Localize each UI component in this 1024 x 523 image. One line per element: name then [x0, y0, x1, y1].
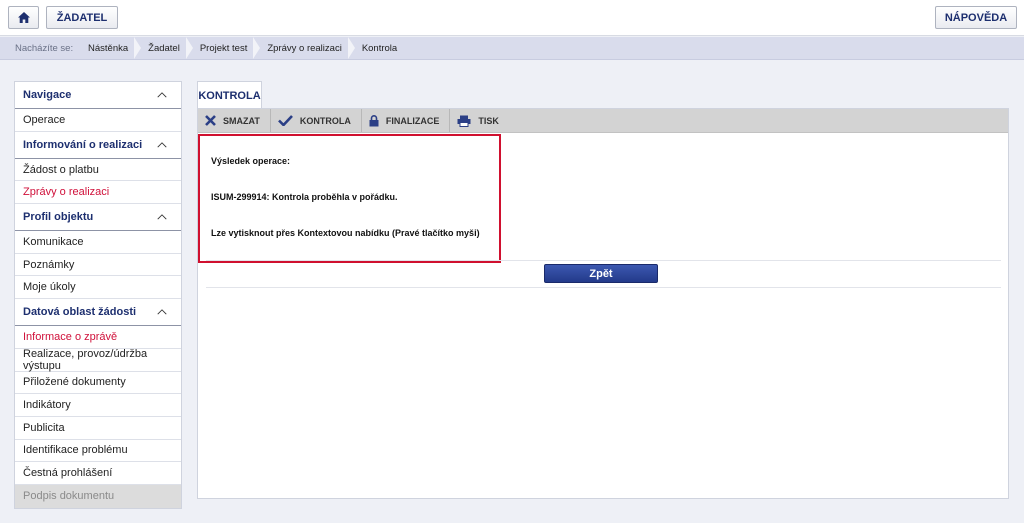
print-button-label: TISK — [478, 115, 499, 126]
sidebar-item-publicita[interactable]: Publicita — [15, 417, 181, 440]
sidebar-item-indikatory[interactable]: Indikátory — [15, 394, 181, 417]
sidebar-item-zpravy-o-realizaci[interactable]: Zprávy o realizaci — [15, 181, 181, 205]
home-button[interactable] — [8, 6, 39, 29]
back-button[interactable]: Zpět — [544, 264, 658, 283]
sidebar-item-operace[interactable]: Operace — [15, 109, 181, 132]
sidebar-item-poznamky[interactable]: Poznámky — [15, 254, 181, 277]
sidebar-item-prilozene-dokumenty[interactable]: Přiložené dokumenty — [15, 372, 181, 395]
chevron-up-icon[interactable] — [157, 212, 167, 222]
sidebar-item-cestna-prohlaseni[interactable]: Čestná prohlášení — [15, 462, 181, 485]
divider — [206, 260, 1001, 261]
chevron-up-icon[interactable] — [157, 307, 167, 317]
close-icon — [205, 115, 216, 126]
zadatel-button[interactable]: ŽADATEL — [46, 6, 118, 29]
top-bar: ŽADATEL NÁPOVĚDA — [0, 0, 1024, 36]
tab-kontrola[interactable]: KONTROLA — [197, 81, 262, 109]
operation-result-box: Výsledek operace: ISUM-299914: Kontrola … — [198, 134, 501, 263]
sidebar-item-komunikace[interactable]: Komunikace — [15, 231, 181, 254]
finalize-button[interactable]: FINALIZACE — [362, 109, 451, 132]
chevron-up-icon[interactable] — [157, 140, 167, 150]
breadcrumb-item-projekt[interactable]: Projekt test — [192, 36, 260, 60]
sidebar-item-moje-ukoly[interactable]: Moje úkoly — [15, 276, 181, 300]
help-button[interactable]: NÁPOVĚDA — [935, 6, 1017, 29]
divider — [206, 287, 1001, 288]
sidebar-item-identifikace-problemu[interactable]: Identifikace problému — [15, 440, 181, 463]
sidebar-item-informace-o-zprave[interactable]: Informace o zprávě — [15, 326, 181, 349]
result-heading: Výsledek operace: — [211, 156, 291, 166]
sidebar-section-informovani[interactable]: Informování o realizaci — [15, 132, 181, 159]
finalize-button-label: FINALIZACE — [385, 115, 440, 126]
delete-button-label: SMAZAT — [223, 115, 260, 126]
result-hint: Lze vytisknout přes Kontextovou nabídku … — [211, 228, 480, 238]
chevron-up-icon[interactable] — [157, 90, 167, 100]
sidebar-section-title: Navigace — [23, 89, 72, 101]
breadcrumb-item-nastenka[interactable]: Nástěnka — [80, 36, 142, 60]
breadcrumb-item-zadatel[interactable]: Žadatel — [140, 36, 193, 60]
breadcrumb-item-kontrola: Kontrola — [361, 42, 398, 54]
delete-button[interactable]: SMAZAT — [198, 109, 271, 132]
checkmark-icon — [277, 115, 293, 126]
home-icon — [17, 12, 30, 23]
printer-icon — [457, 115, 471, 127]
sidebar-section-title: Profil objektu — [23, 211, 94, 224]
sidebar-item-realizace[interactable]: Realizace, provoz/údržba výstupu — [15, 348, 181, 372]
action-toolbar: SMAZAT KONTROLA FINALIZACE TISK — [198, 109, 1008, 133]
print-button[interactable]: TISK — [450, 109, 509, 132]
breadcrumb: Nacházíte se: Nástěnka Žadatel Projekt t… — [0, 36, 1024, 60]
lock-icon — [369, 114, 379, 126]
main-panel: SMAZAT KONTROLA FINALIZACE TISK Výsledek… — [197, 108, 1009, 499]
sidebar-section-profil-objektu[interactable]: Profil objektu — [15, 204, 181, 232]
breadcrumb-item-zpravy[interactable]: Zprávy o realizaci — [259, 36, 356, 60]
sidebar-navigation: Navigace Operace Informování o realizaci… — [14, 81, 182, 509]
breadcrumb-label: Nacházíte se: — [15, 42, 74, 54]
sidebar-section-title: Datová oblast žádosti — [23, 306, 137, 319]
sidebar-section-title: Informování o realizaci — [23, 138, 143, 151]
check-button-label: KONTROLA — [299, 115, 351, 126]
sidebar-item-zadost-o-platbu[interactable]: Žádost o platbu — [15, 159, 181, 182]
result-message: ISUM-299914: Kontrola proběhla v pořádku… — [211, 192, 398, 202]
sidebar-section-datova-oblast[interactable]: Datová oblast žádosti — [15, 299, 181, 327]
sidebar-item-podpis-dokumentu: Podpis dokumentu — [15, 484, 181, 508]
sidebar-section-navigace[interactable]: Navigace — [15, 82, 181, 109]
check-button[interactable]: KONTROLA — [271, 109, 362, 132]
